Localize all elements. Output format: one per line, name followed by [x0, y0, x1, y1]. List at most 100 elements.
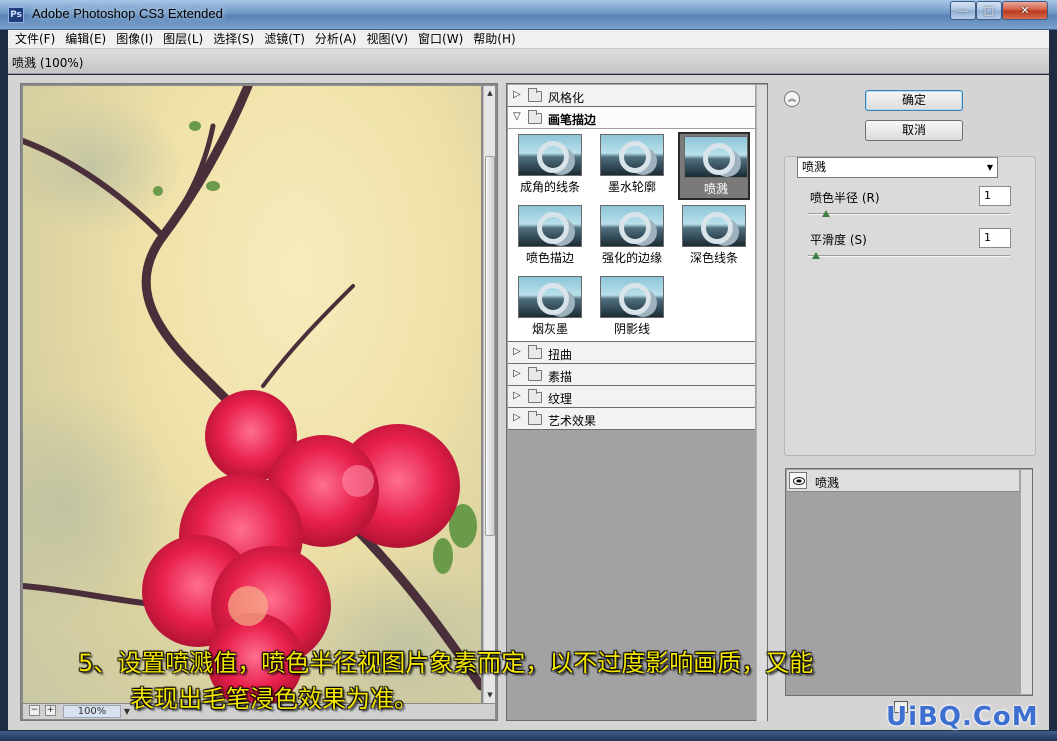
- filter-category-label: 艺术效果: [548, 414, 597, 428]
- filter-category-list: ▷ 风格化 ▽ 画笔描边成角的线条 墨水轮廓 喷溅喷色描边 强化的边缘 深色线条烟灰墨 阴影线 ▷…: [508, 85, 755, 721]
- gallery-scrollbar[interactable]: [756, 85, 767, 721]
- preview-scroll-thumb[interactable]: [485, 156, 495, 536]
- menu-item-9[interactable]: 帮助(H): [470, 30, 518, 49]
- filter-preview-image: [518, 276, 582, 318]
- filter-category[interactable]: ▷ 素描: [508, 364, 755, 386]
- maximize-button[interactable]: □: [976, 1, 1002, 20]
- window-title: Adobe Photoshop CS3 Extended: [32, 6, 223, 21]
- filter-category-label: 素描: [548, 370, 573, 384]
- expand-closed-icon[interactable]: ▷: [513, 346, 521, 357]
- filter-preview-image: [518, 134, 582, 176]
- filter-category[interactable]: ▷ 艺术效果: [508, 408, 755, 430]
- filter-category[interactable]: ▽ 画笔描边: [508, 107, 755, 129]
- effect-layer-name: 喷溅: [815, 476, 840, 490]
- dialog-title-bar: 喷溅 (100%): [8, 49, 1049, 74]
- effect-layer-row[interactable]: 喷溅: [787, 470, 1019, 492]
- menu-item-1[interactable]: 编辑(E): [62, 30, 109, 49]
- expand-closed-icon[interactable]: ▷: [513, 89, 521, 100]
- filter-category-label: 风格化: [548, 91, 585, 105]
- filter-thumbnail[interactable]: 烟灰墨: [514, 274, 586, 342]
- cancel-button[interactable]: 取消: [865, 120, 963, 141]
- menu-item-4[interactable]: 选择(S): [210, 30, 257, 49]
- menu-bar: 文件(F) 编辑(E) 图像(I) 图层(L) 选择(S) 滤镜(T) 分析(A) 视图(V)…: [8, 30, 1049, 49]
- filter-select[interactable]: 喷溅 ▼: [797, 157, 998, 178]
- filter-preview-image: [684, 136, 748, 178]
- folder-icon: [528, 389, 542, 403]
- folder-icon: [528, 367, 542, 381]
- filter-preview-image: [518, 205, 582, 247]
- menu-item-8[interactable]: 窗口(W): [415, 30, 466, 49]
- menu-item-5[interactable]: 滤镜(T): [261, 30, 308, 49]
- filter-category-label: 纹理: [548, 392, 573, 406]
- title-bar: Ps Adobe Photoshop CS3 Extended — □ ✕: [0, 0, 1057, 30]
- expand-closed-icon[interactable]: ▷: [513, 390, 521, 401]
- filter-thumbnail[interactable]: 喷溅: [678, 132, 750, 200]
- chevron-down-icon: ▼: [986, 163, 993, 172]
- expand-closed-icon[interactable]: ▷: [513, 368, 521, 379]
- filter-category[interactable]: ▷ 扭曲: [508, 342, 755, 364]
- filter-thumbnail-label: 喷溅: [703, 182, 728, 196]
- folder-icon: [528, 411, 542, 425]
- filter-category-label: 画笔描边: [548, 113, 597, 127]
- folder-icon: [528, 110, 542, 124]
- dialog-title: 喷溅 (100%): [12, 56, 84, 70]
- filter-thumbnail[interactable]: 阴影线: [596, 274, 668, 342]
- spray-radius-slider[interactable]: [808, 213, 1010, 215]
- eye-icon[interactable]: [789, 472, 807, 489]
- filter-thumbnail-label: 成角的线条: [519, 180, 580, 194]
- spray-radius-input[interactable]: 1: [979, 186, 1011, 206]
- filter-thumbnail-label: 深色线条: [689, 251, 738, 265]
- smoothness-slider[interactable]: [808, 255, 1010, 257]
- filter-category[interactable]: ▷ 风格化: [508, 85, 755, 107]
- scroll-up-arrow-icon[interactable]: ▲: [485, 88, 495, 98]
- filter-thumbnail-label: 阴影线: [613, 322, 650, 336]
- ok-button[interactable]: 确定: [865, 90, 963, 111]
- filter-thumbnail-label: 墨水轮廓: [607, 180, 656, 194]
- menu-item-0[interactable]: 文件(F): [12, 30, 58, 49]
- flower-photo: [23, 86, 481, 703]
- zoom-in-button[interactable]: +: [45, 705, 56, 716]
- expand-closed-icon[interactable]: ▷: [513, 412, 521, 423]
- smoothness-slider-thumb[interactable]: [812, 252, 820, 259]
- smoothness-input[interactable]: 1: [979, 228, 1011, 248]
- filter-preview-image: [600, 205, 664, 247]
- minimize-button[interactable]: —: [950, 1, 976, 20]
- close-button[interactable]: ✕: [1002, 1, 1048, 20]
- filter-thumbnail[interactable]: 成角的线条: [514, 132, 586, 200]
- menu-item-2[interactable]: 图像(I): [113, 30, 156, 49]
- menu-item-3[interactable]: 图层(L): [160, 30, 206, 49]
- spray-radius-slider-thumb[interactable]: [822, 210, 830, 217]
- filter-thumbnail[interactable]: 喷色描边: [514, 203, 586, 271]
- filter-thumbnail[interactable]: 深色线条: [678, 203, 750, 271]
- caption-line-1: 5、设置喷溅值，喷色半径视图片象素而定，以不过度影响画质，又能: [78, 649, 814, 677]
- filter-preview-image: [600, 134, 664, 176]
- filter-thumbnails: 成角的线条 墨水轮廓 喷溅喷色描边 强化的边缘 深色线条烟灰墨 阴影线: [508, 129, 755, 342]
- chevron-up-icon[interactable]: ︽: [784, 91, 800, 107]
- taskbar: [0, 731, 1057, 741]
- filter-select-value: 喷溅: [802, 160, 827, 174]
- filter-thumbnail-label: 强化的边缘: [601, 251, 662, 265]
- preview-image[interactable]: [23, 86, 481, 703]
- filter-preview-image: [682, 205, 746, 247]
- menu-item-7[interactable]: 视图(V): [363, 30, 411, 49]
- filter-thumbnail-label: 烟灰墨: [531, 322, 568, 336]
- preview-pane: ▲ ▼ − + 100% ▼: [20, 83, 498, 721]
- spray-radius-label: 喷色半径 (R): [810, 191, 880, 205]
- menu-item-6[interactable]: 分析(A): [312, 30, 360, 49]
- tutorial-caption: 5、设置喷溅值，喷色半径视图片象素而定，以不过度影响画质，又能 表现出毛笔浸色效…: [78, 645, 978, 717]
- layers-scrollbar[interactable]: [1021, 470, 1032, 694]
- photoshop-logo-icon: Ps: [8, 7, 24, 23]
- folder-icon: [528, 345, 542, 359]
- filter-gallery-dialog: ▲ ▼ − + 100% ▼ ▷ 风格化 ▽ 画笔描边 成角的线条 墨水轮廓 喷溅 喷色描边强…: [8, 75, 1049, 730]
- zoom-out-button[interactable]: −: [29, 705, 40, 716]
- filter-gallery: ▷ 风格化 ▽ 画笔描边成角的线条 墨水轮廓 喷溅喷色描边 强化的边缘 深色线条烟灰墨 阴影线 ▷…: [506, 83, 768, 721]
- filter-thumbnail[interactable]: 强化的边缘: [596, 203, 668, 271]
- filter-thumbnail[interactable]: 墨水轮廓: [596, 132, 668, 200]
- filter-category-label: 扭曲: [548, 348, 573, 362]
- expand-open-icon[interactable]: ▽: [513, 111, 521, 122]
- smoothness-label: 平滑度 (S): [810, 233, 867, 247]
- preview-scrollbar[interactable]: ▲ ▼: [483, 86, 495, 703]
- filter-category[interactable]: ▷ 纹理: [508, 386, 755, 408]
- folder-icon: [528, 88, 542, 102]
- site-watermark: UiBQ.CoM: [886, 702, 1039, 732]
